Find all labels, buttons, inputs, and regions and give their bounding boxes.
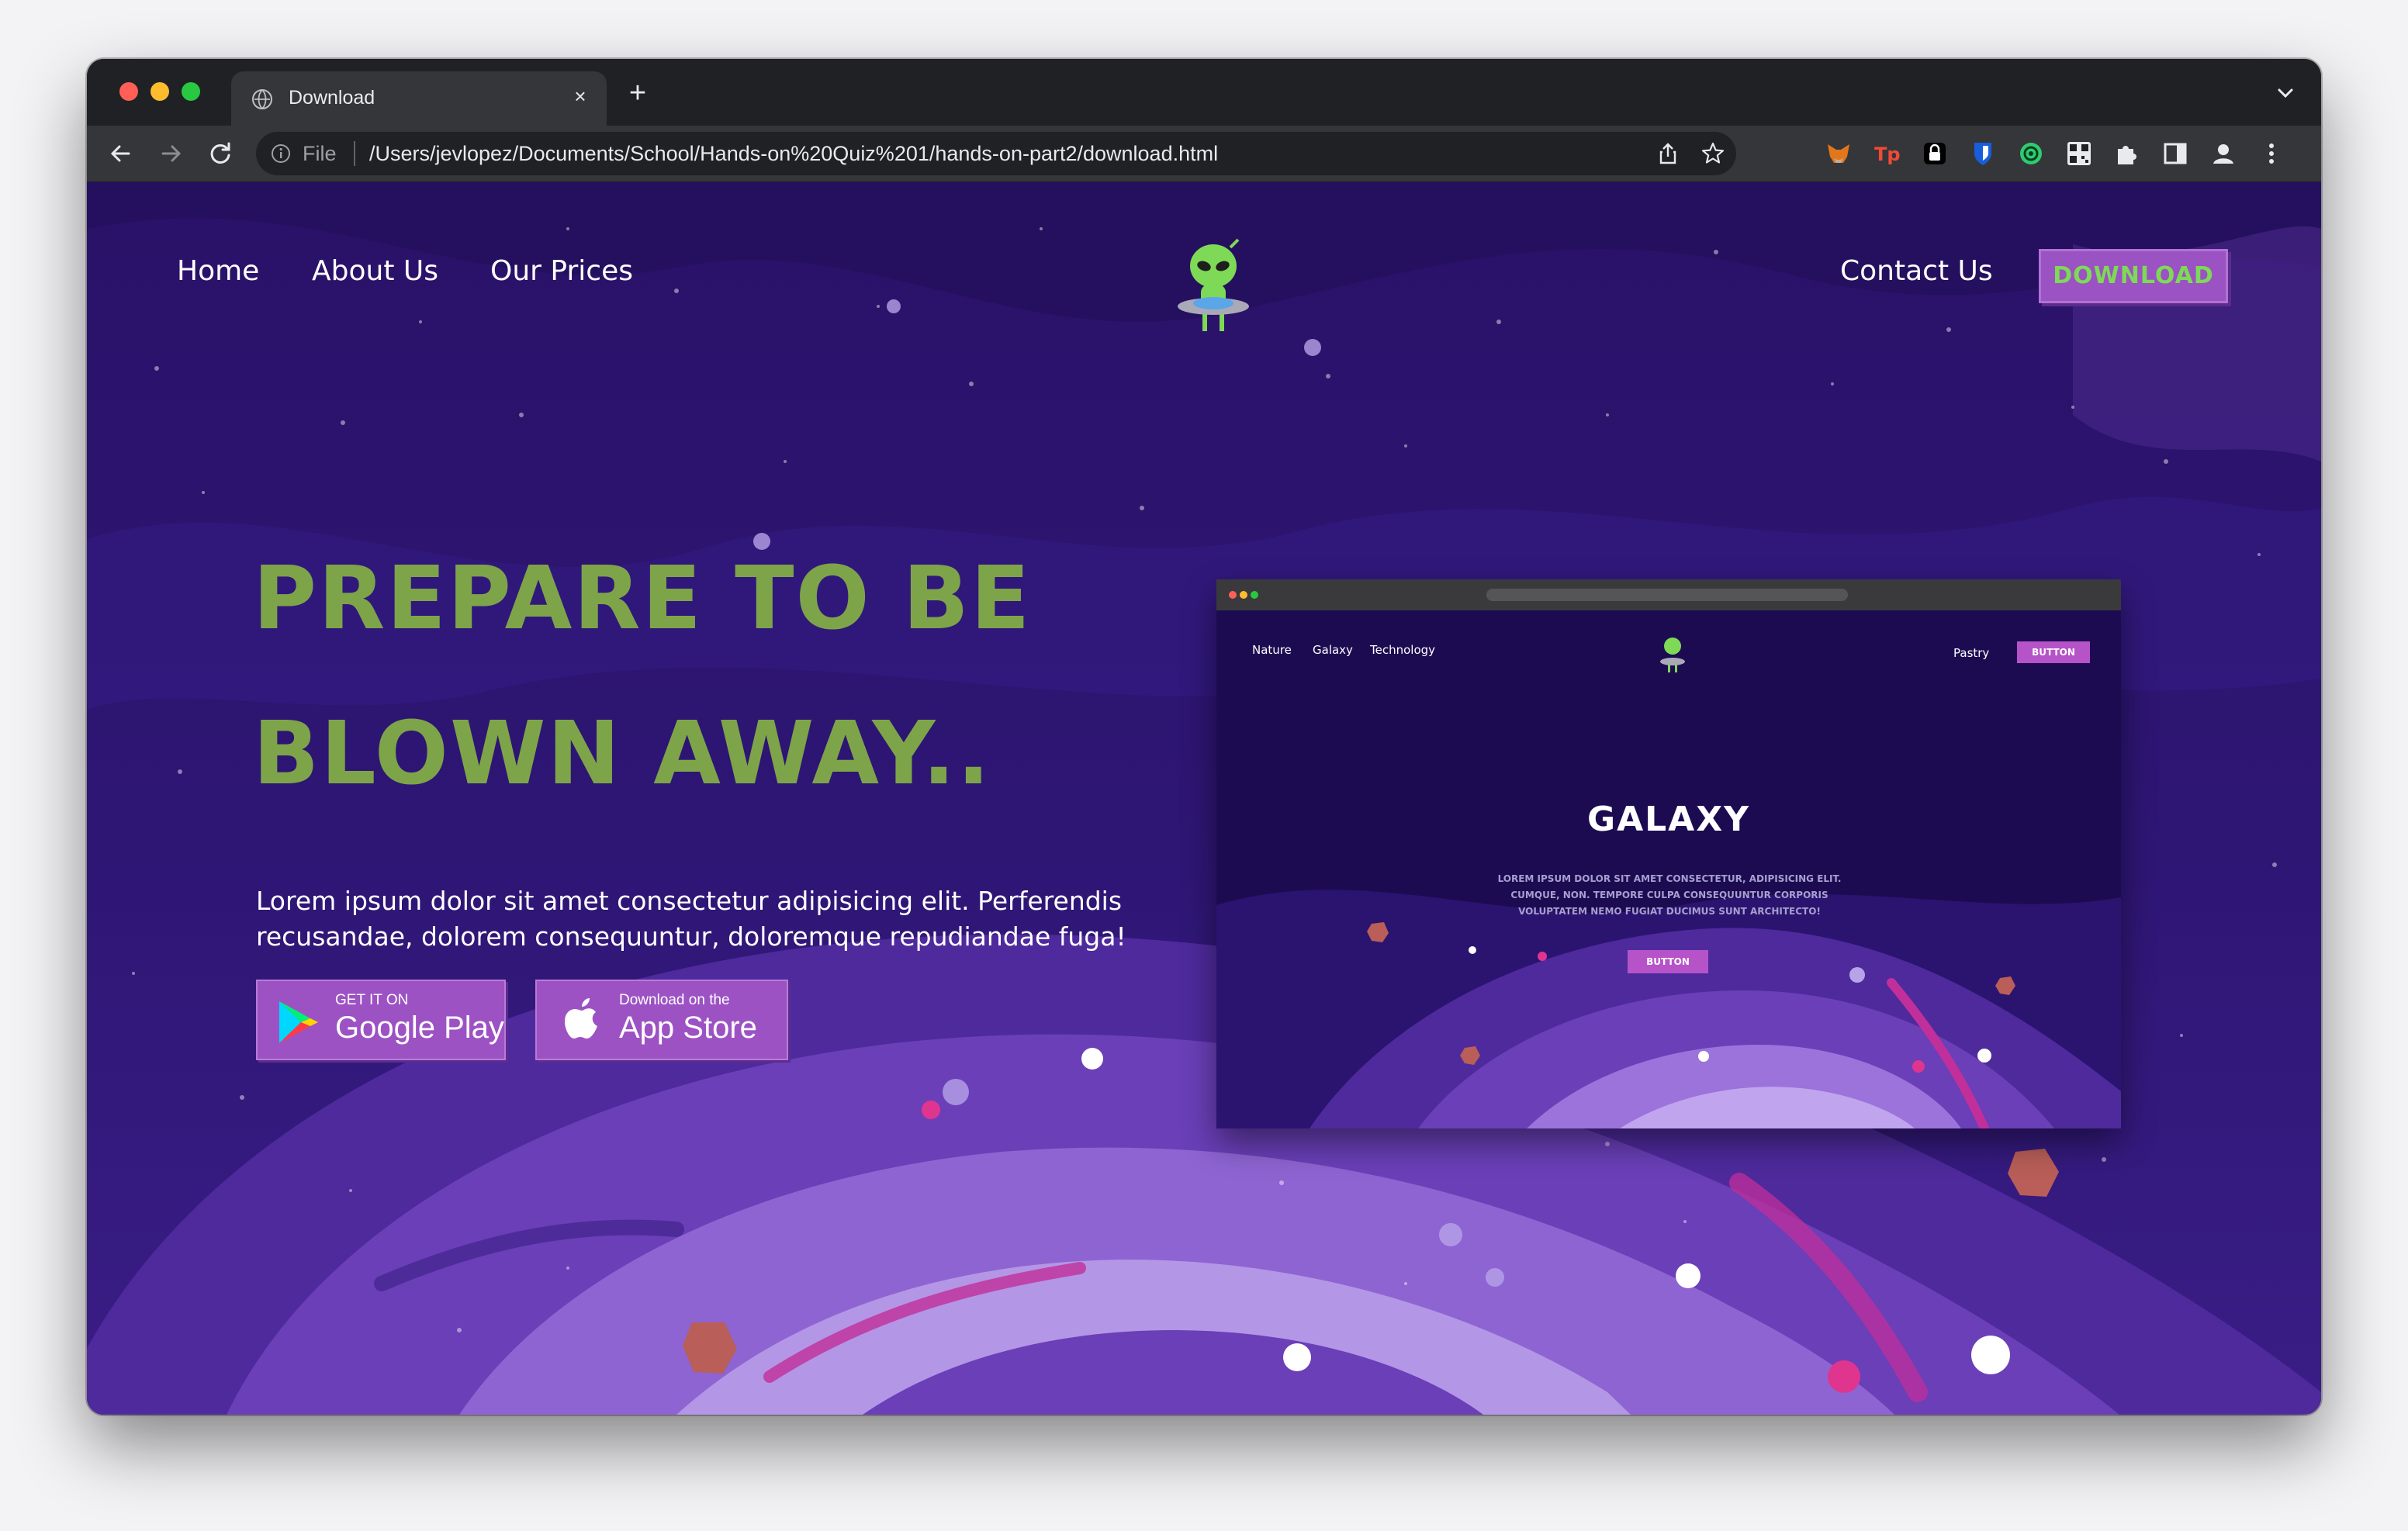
google-play-big-text: Google Play [335, 1011, 504, 1045]
minimize-window-button[interactable] [150, 82, 169, 101]
preview-nav-technology: Technology [1370, 643, 1436, 657]
preview-address-bar [1486, 589, 1848, 601]
reload-icon[interactable] [203, 137, 237, 171]
bitwarden-icon[interactable] [1969, 140, 1997, 168]
tp-icon[interactable]: Tp [1873, 140, 1901, 168]
globe-icon [252, 89, 272, 109]
address-bar[interactable]: File /Users/jevlopez/Documents/School/Ha… [256, 132, 1736, 175]
preview-dot-yellow [1240, 591, 1247, 599]
preview-nav-nature: Nature [1252, 643, 1292, 657]
google-play-small-text: GET IT ON [335, 992, 409, 1008]
maximize-window-button[interactable] [182, 82, 200, 101]
close-window-button[interactable] [119, 82, 138, 101]
nav-home[interactable]: Home [177, 255, 259, 287]
browser-toolbar: File /Users/jevlopez/Documents/School/Ha… [87, 126, 2321, 182]
browser-window: Download × + File /Users/jevlopez/Docume… [87, 59, 2321, 1415]
preview-nav-galaxy: Galaxy [1313, 643, 1353, 657]
website-preview-image: Nature Galaxy Technology Pastry BUTTON G… [1216, 579, 2121, 1128]
kebab-menu-icon[interactable] [2258, 140, 2285, 168]
tab-download[interactable]: Download × [231, 71, 607, 126]
preview-browser-bar [1216, 579, 2121, 610]
qr-code-icon[interactable] [2065, 140, 2093, 168]
back-arrow-icon[interactable] [104, 137, 138, 171]
url-text[interactable]: /Users/jevlopez/Documents/School/Hands-o… [369, 142, 1218, 166]
nav-contact-us[interactable]: Contact Us [1840, 255, 1993, 287]
profile-icon[interactable] [2209, 140, 2237, 168]
forward-arrow-icon[interactable] [154, 137, 188, 171]
nav-about-us[interactable]: About Us [312, 255, 438, 287]
web-page: Home About Us Our Prices Contact Us DOWN… [87, 182, 2321, 1415]
hero-description: Lorem ipsum dolor sit amet consectetur a… [256, 886, 1126, 952]
nav-our-prices[interactable]: Our Prices [490, 255, 633, 287]
app-store-small-text: Download on the [619, 992, 730, 1008]
share-icon[interactable] [1656, 141, 1680, 166]
tab-strip: Download × + [87, 59, 2321, 126]
new-tab-button[interactable]: + [622, 78, 653, 109]
preview-nav-button: BUTTON [2017, 641, 2090, 663]
preview-cta-button: BUTTON [1628, 950, 1708, 973]
preview-dot-green [1251, 591, 1258, 599]
bookmark-star-icon[interactable] [1700, 141, 1725, 166]
google-play-icon [279, 1001, 318, 1043]
puzzle-icon[interactable] [2113, 140, 2141, 168]
preview-title: GALAXY [1586, 800, 1751, 839]
lock-icon[interactable] [1921, 140, 1949, 168]
preview-nav-pastry: Pastry [1953, 646, 1990, 660]
download-button[interactable]: DOWNLOAD [2039, 249, 2228, 303]
close-tab-icon[interactable]: × [568, 84, 593, 109]
preview-alien-icon [1660, 638, 1685, 672]
chevron-down-icon[interactable] [2271, 79, 2299, 107]
hero-title-line1: PREPARE TO BE [253, 548, 1032, 649]
preview-text: LOREM IPSUM DOLOR SIT AMET CONSECTETUR, … [1497, 873, 1842, 917]
preview-dot-red [1229, 591, 1237, 599]
tab-title: Download [289, 87, 375, 109]
app-store-big-text: App Store [619, 1011, 757, 1045]
file-label: File [303, 142, 337, 165]
svg-text:Tp: Tp [1874, 143, 1901, 165]
app-store-button[interactable]: Download on the App Store [535, 980, 788, 1060]
info-icon[interactable] [270, 143, 292, 164]
circle-extension-icon[interactable] [2017, 140, 2045, 168]
alien-logo-icon[interactable] [1173, 238, 1254, 336]
sidebar-icon[interactable] [2161, 140, 2189, 168]
hero-title-line2: BLOWN AWAY.. [253, 703, 991, 804]
url-divider [354, 141, 355, 166]
metamask-icon[interactable] [1825, 140, 1853, 168]
google-play-button[interactable]: GET IT ON Google Play [256, 980, 506, 1060]
apple-icon [565, 998, 597, 1039]
